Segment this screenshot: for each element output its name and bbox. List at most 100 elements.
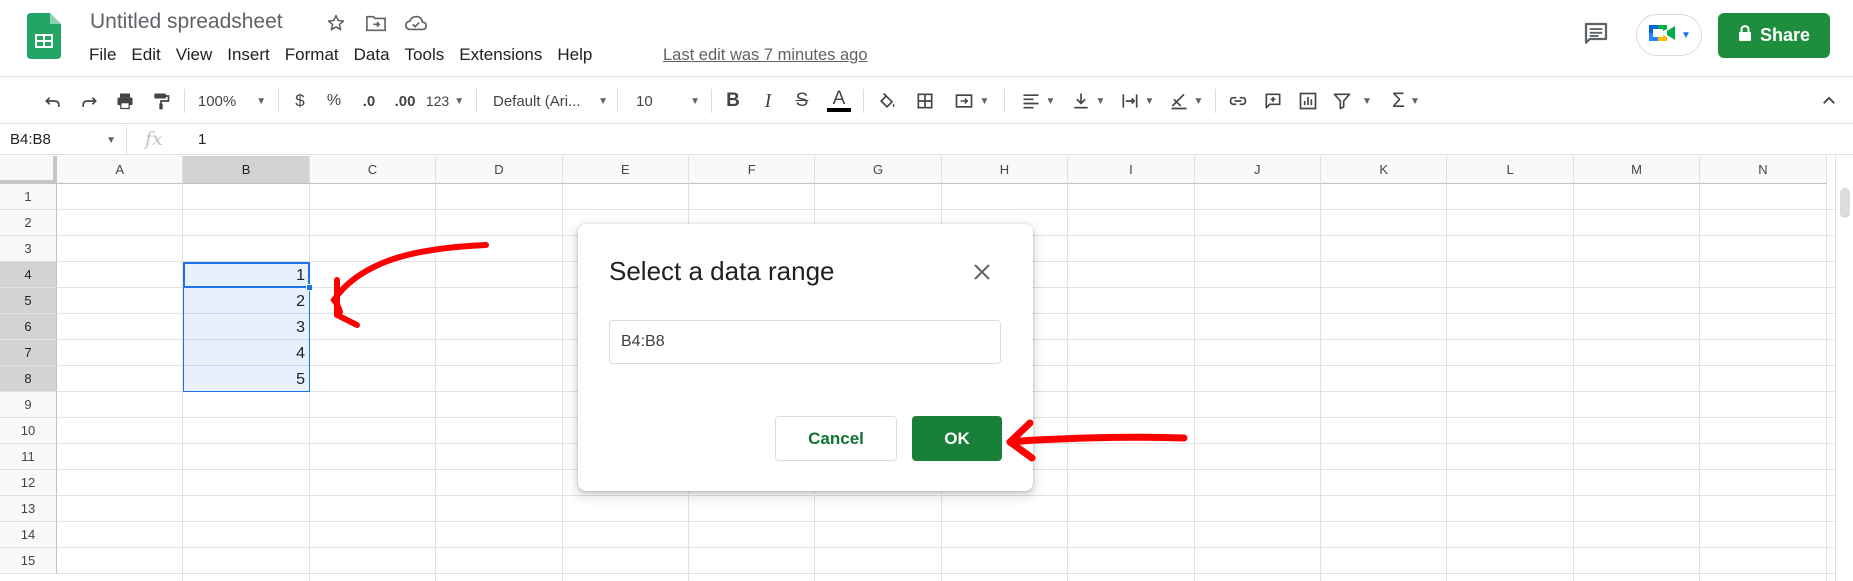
collapse-toolbar-icon[interactable]	[1818, 87, 1840, 115]
font-value: Default (Ari...	[493, 92, 581, 110]
font-size-value: 10	[636, 92, 653, 110]
menu-file[interactable]: File	[89, 45, 124, 65]
cloud-status-icon[interactable]	[403, 11, 429, 35]
last-edit-link[interactable]: Last edit was 7 minutes ago	[663, 46, 868, 65]
functions-button[interactable]: Σ ▼	[1386, 87, 1426, 115]
column-header-n[interactable]: N	[1700, 156, 1827, 184]
merge-cells-icon[interactable]: ▼	[948, 87, 994, 115]
menu-tools[interactable]: Tools	[405, 45, 453, 65]
document-title[interactable]: Untitled spreadsheet	[90, 10, 283, 34]
select-data-range-dialog: Select a data range Cancel OK	[578, 224, 1033, 491]
menu-data[interactable]: Data	[354, 45, 398, 65]
filter-icon[interactable]: ▼	[1330, 87, 1374, 115]
italic-button[interactable]: I	[757, 87, 779, 115]
column-header-e[interactable]: E	[562, 156, 689, 184]
share-button[interactable]: Share	[1718, 13, 1830, 58]
star-icon[interactable]	[323, 11, 349, 35]
more-formats-label: 123	[425, 93, 450, 109]
close-icon[interactable]	[970, 260, 994, 284]
horizontal-align-icon[interactable]: ▼	[1018, 87, 1058, 115]
toolbar-divider	[278, 89, 279, 113]
row-header-14[interactable]: 14	[0, 522, 57, 548]
borders-icon[interactable]	[912, 87, 938, 115]
menu-extensions[interactable]: Extensions	[459, 45, 550, 65]
fill-color-icon[interactable]	[874, 87, 900, 115]
top-bar: Untitled spreadsheet File Edit View Inse…	[0, 0, 1853, 75]
insert-chart-icon[interactable]	[1295, 87, 1321, 115]
row-header-8[interactable]: 8	[0, 366, 57, 392]
row-header-13[interactable]: 13	[0, 496, 57, 522]
dropdown-arrow-icon: ▼	[598, 95, 608, 107]
print-icon[interactable]	[112, 87, 138, 115]
column-header-c[interactable]: C	[309, 156, 437, 184]
paint-format-icon[interactable]	[148, 87, 174, 115]
redo-icon[interactable]	[76, 87, 102, 115]
row-header-4[interactable]: 4	[0, 262, 57, 288]
row-header-9[interactable]: 9	[0, 392, 57, 418]
font-size-select[interactable]: 10 ▼	[636, 87, 700, 115]
currency-format-button[interactable]: $	[290, 87, 310, 115]
meet-button[interactable]: ▼	[1636, 14, 1702, 56]
row-header-6[interactable]: 6	[0, 314, 57, 340]
column-header-b[interactable]: B	[183, 156, 310, 184]
column-header-l[interactable]: L	[1447, 156, 1574, 184]
cell-b7[interactable]: 4	[183, 342, 310, 368]
column-header-a[interactable]: A	[57, 156, 184, 184]
row-header-2[interactable]: 2	[0, 210, 57, 236]
insert-link-icon[interactable]	[1225, 87, 1251, 115]
data-range-input[interactable]	[609, 320, 1001, 364]
column-header-j[interactable]: J	[1194, 156, 1321, 184]
increase-decimal-button[interactable]: .00	[391, 87, 419, 115]
column-header-i[interactable]: I	[1068, 156, 1195, 184]
scrollbar-thumb[interactable]	[1840, 188, 1850, 218]
comments-icon[interactable]	[1581, 19, 1611, 49]
cancel-button[interactable]: Cancel	[775, 416, 897, 461]
grid-column-line	[1193, 184, 1195, 581]
zoom-select[interactable]: 100% ▼	[196, 87, 268, 115]
formula-input[interactable]: 1	[178, 125, 226, 155]
text-color-button[interactable]: A	[826, 87, 852, 115]
row-header-11[interactable]: 11	[0, 444, 57, 470]
row-header-7[interactable]: 7	[0, 340, 57, 366]
vertical-scrollbar[interactable]	[1835, 156, 1853, 581]
vertical-align-icon[interactable]: ▼	[1068, 87, 1108, 115]
cell-b5[interactable]: 2	[183, 290, 310, 316]
row-header-1[interactable]: 1	[0, 184, 57, 210]
column-header-h[interactable]: H	[941, 156, 1069, 184]
menu-edit[interactable]: Edit	[131, 45, 168, 65]
percent-format-button[interactable]: %	[323, 87, 345, 115]
undo-icon[interactable]	[40, 87, 66, 115]
sheets-logo-icon[interactable]	[27, 13, 61, 59]
column-header-f[interactable]: F	[689, 156, 816, 184]
row-header-5[interactable]: 5	[0, 288, 57, 314]
row-header-12[interactable]: 12	[0, 470, 57, 496]
bold-button[interactable]: B	[722, 87, 744, 115]
row-header-3[interactable]: 3	[0, 236, 57, 262]
menu-view[interactable]: View	[176, 45, 221, 65]
row-header-10[interactable]: 10	[0, 418, 57, 444]
move-folder-icon[interactable]	[363, 11, 389, 35]
cell-b8[interactable]: 5	[183, 368, 310, 394]
text-rotation-icon[interactable]: ▼	[1166, 87, 1206, 115]
formula-bar: B4:B8 ▼ fx 1	[0, 125, 1853, 155]
column-header-k[interactable]: K	[1321, 156, 1448, 184]
column-header-g[interactable]: G	[815, 156, 942, 184]
menu-help[interactable]: Help	[557, 45, 600, 65]
select-all-corner[interactable]	[0, 156, 57, 184]
more-formats-button[interactable]: 123 ▼	[425, 87, 465, 115]
column-header-m[interactable]: M	[1573, 156, 1701, 184]
column-header-d[interactable]: D	[436, 156, 563, 184]
fill-handle[interactable]	[306, 284, 313, 291]
menu-insert[interactable]: Insert	[227, 45, 278, 65]
text-wrapping-icon[interactable]: ▼	[1116, 87, 1158, 115]
cell-b6[interactable]: 3	[183, 316, 310, 342]
row-header-15[interactable]: 15	[0, 548, 57, 574]
ok-button[interactable]: OK	[912, 416, 1002, 461]
font-select[interactable]: Default (Ari... ▼	[493, 87, 608, 115]
insert-comment-icon[interactable]	[1260, 87, 1286, 115]
strikethrough-button[interactable]: S	[791, 87, 813, 115]
decrease-decimal-button[interactable]: .0	[357, 87, 381, 115]
cell-b4[interactable]: 1	[183, 264, 310, 290]
menu-format[interactable]: Format	[285, 45, 347, 65]
name-box[interactable]: B4:B8 ▼	[0, 125, 127, 155]
